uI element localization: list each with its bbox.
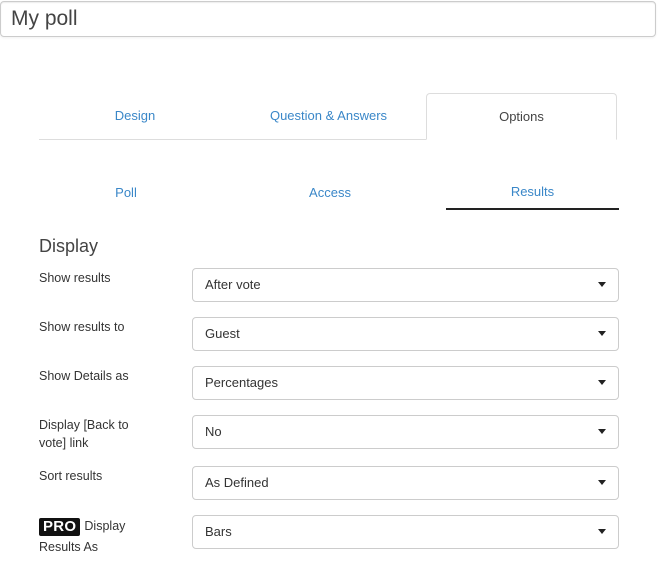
caret-down-icon [598,429,606,434]
show-results-value: After vote [205,277,261,292]
tab-options[interactable]: Options [426,93,617,140]
sort-results-select[interactable]: As Defined [192,466,619,500]
back-to-vote-link-select[interactable]: No [192,415,619,449]
show-results-label: Show results [39,271,111,285]
main-tabs: Design Question & Answers Options [39,93,617,140]
section-heading-display: Display [39,236,99,256]
back-to-vote-link-value: No [205,424,222,439]
display-results-as-value: Bars [205,524,232,539]
caret-down-icon [598,282,606,287]
sort-results-value: As Defined [205,475,269,490]
subtab-access[interactable]: Access [239,172,421,208]
caret-down-icon [598,529,606,534]
sort-results-label: Sort results [39,469,103,483]
caret-down-icon [598,480,606,485]
tab-question-answers[interactable]: Question & Answers [231,93,426,139]
display-results-as-select[interactable]: Bars [192,515,619,549]
show-results-select[interactable]: After vote [192,268,619,302]
pro-badge: PRO [39,518,81,536]
show-results-to-label: Show results to [39,320,125,334]
subtab-results[interactable]: Results [446,172,619,210]
caret-down-icon [598,331,606,336]
subtab-poll[interactable]: Poll [39,172,213,208]
sub-tabs: Poll Access Results [39,172,619,210]
show-details-as-label: Show Details as [39,369,129,383]
show-details-as-select[interactable]: Percentages [192,366,619,400]
poll-title-input[interactable] [0,1,656,37]
caret-down-icon [598,380,606,385]
tab-design[interactable]: Design [39,93,231,139]
show-results-to-select[interactable]: Guest [192,317,619,351]
show-details-as-value: Percentages [205,375,278,390]
display-results-as-label-wrap: PRO Display Results As [39,516,159,558]
back-to-vote-link-label: Display [Back to vote] link [39,418,129,450]
show-results-to-value: Guest [205,326,240,341]
